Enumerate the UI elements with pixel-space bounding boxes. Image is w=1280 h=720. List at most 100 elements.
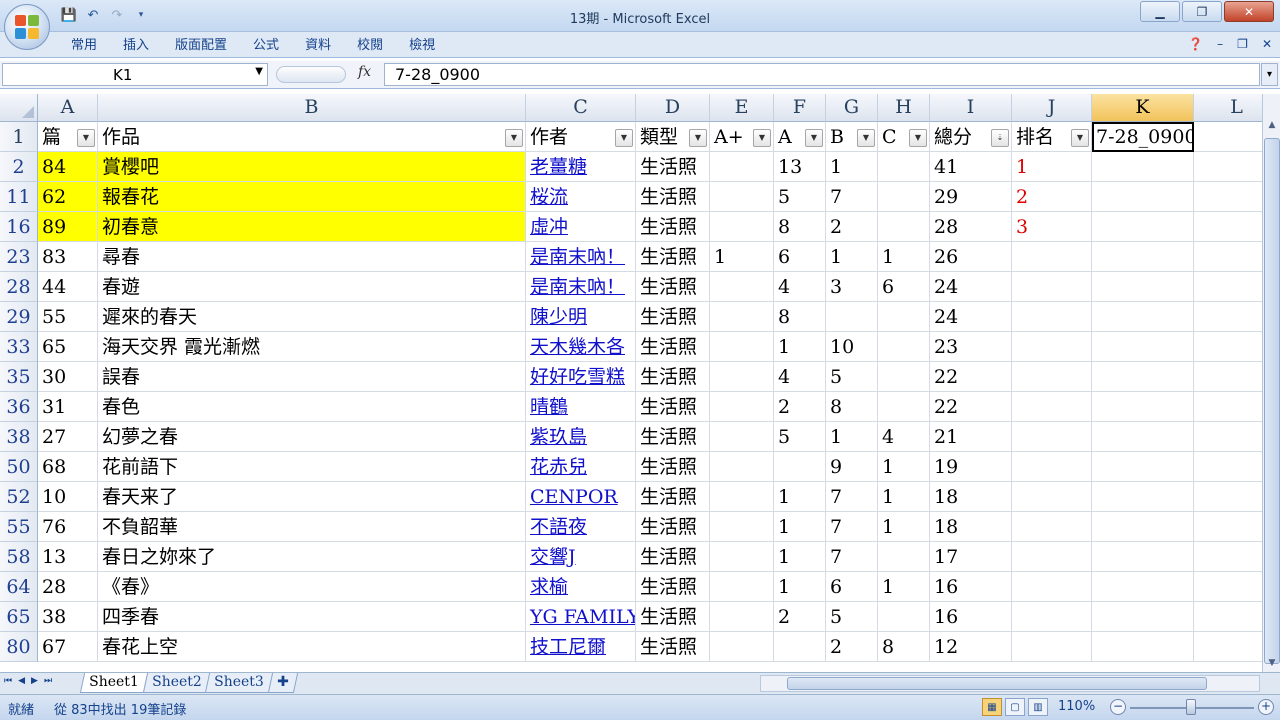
cell-k[interactable] bbox=[1092, 482, 1194, 512]
cell-k[interactable] bbox=[1092, 302, 1194, 332]
close-button[interactable]: ✕ bbox=[1224, 1, 1274, 22]
cell-c[interactable]: 花赤兒 bbox=[526, 452, 636, 482]
cell-a[interactable]: 13 bbox=[38, 542, 98, 572]
cell-d[interactable]: 生活照 bbox=[636, 422, 710, 452]
cell-k[interactable] bbox=[1092, 182, 1194, 212]
cell-a[interactable]: 89 bbox=[38, 212, 98, 242]
header-cell-g[interactable]: B ▼ bbox=[826, 122, 878, 152]
cell-k[interactable] bbox=[1092, 602, 1194, 632]
cell-e[interactable] bbox=[710, 152, 774, 182]
cell-g[interactable] bbox=[826, 302, 878, 332]
cell-b[interactable]: 春日之妳來了 bbox=[98, 542, 526, 572]
save-icon[interactable]: 💾 bbox=[60, 6, 78, 24]
cell-c[interactable]: 紫玖島 bbox=[526, 422, 636, 452]
cell-i[interactable]: 19 bbox=[930, 452, 1012, 482]
cell-l[interactable] bbox=[1194, 422, 1262, 452]
cell-a[interactable]: 76 bbox=[38, 512, 98, 542]
cell-g[interactable]: 5 bbox=[826, 602, 878, 632]
cell-j[interactable]: 1 bbox=[1012, 152, 1092, 182]
cell-a[interactable]: 67 bbox=[38, 632, 98, 662]
ribbon-close-icon[interactable]: ✕ bbox=[1262, 37, 1272, 51]
cell-e[interactable]: 1 bbox=[710, 242, 774, 272]
cell-c[interactable]: 天木幾木各 bbox=[526, 332, 636, 362]
cell-l[interactable] bbox=[1194, 602, 1262, 632]
vertical-scrollbar[interactable]: ▲ ▼ bbox=[1262, 94, 1280, 672]
cell-l[interactable] bbox=[1194, 152, 1262, 182]
column-header-f[interactable]: F bbox=[774, 94, 826, 122]
cell-l[interactable] bbox=[1194, 362, 1262, 392]
cell-l[interactable] bbox=[1194, 302, 1262, 332]
cell-d[interactable]: 生活照 bbox=[636, 272, 710, 302]
cell-b[interactable]: 春天来了 bbox=[98, 482, 526, 512]
filter-dropdown-icon[interactable]: ▼ bbox=[909, 129, 927, 147]
cell-g[interactable]: 1 bbox=[826, 422, 878, 452]
cell-j[interactable] bbox=[1012, 452, 1092, 482]
vertical-scroll-thumb[interactable] bbox=[1264, 138, 1280, 664]
tab-page-layout[interactable]: 版面配置 bbox=[162, 37, 240, 55]
row-header[interactable]: 64 bbox=[0, 572, 38, 602]
filter-dropdown-icon[interactable]: ▼ bbox=[805, 129, 823, 147]
cell-a[interactable]: 65 bbox=[38, 332, 98, 362]
cell-h[interactable] bbox=[878, 542, 930, 572]
prev-sheet-icon[interactable]: ◀ bbox=[18, 676, 25, 686]
expand-formula-bar-icon[interactable]: ▾ bbox=[1261, 63, 1278, 86]
row-header[interactable]: 36 bbox=[0, 392, 38, 422]
header-cell-k[interactable]: 7-28_0900 bbox=[1092, 122, 1194, 152]
last-sheet-icon[interactable]: ⏭ bbox=[44, 676, 52, 686]
cell-c[interactable]: 虛冲 bbox=[526, 212, 636, 242]
cell-j[interactable] bbox=[1012, 272, 1092, 302]
cell-e[interactable] bbox=[710, 572, 774, 602]
ribbon-restore-icon[interactable]: ❐ bbox=[1237, 37, 1248, 51]
header-cell-c[interactable]: 作者 ▼ bbox=[526, 122, 636, 152]
cell-e[interactable] bbox=[710, 482, 774, 512]
horizontal-scroll-thumb[interactable] bbox=[787, 677, 1207, 690]
cell-g[interactable]: 5 bbox=[826, 362, 878, 392]
cell-k[interactable] bbox=[1092, 632, 1194, 662]
cell-j[interactable] bbox=[1012, 632, 1092, 662]
row-header[interactable]: 80 bbox=[0, 632, 38, 662]
cell-g[interactable]: 1 bbox=[826, 152, 878, 182]
cell-k[interactable] bbox=[1092, 392, 1194, 422]
header-cell-e[interactable]: A+ ▼ bbox=[710, 122, 774, 152]
cell-k[interactable] bbox=[1092, 452, 1194, 482]
cell-f[interactable]: 4 bbox=[774, 272, 826, 302]
cell-l[interactable] bbox=[1194, 512, 1262, 542]
cell-f[interactable]: 13 bbox=[774, 152, 826, 182]
cell-c[interactable]: 是南末吶！ bbox=[526, 242, 636, 272]
cell-l[interactable] bbox=[1194, 242, 1262, 272]
page-break-view-icon[interactable]: ▥ bbox=[1028, 698, 1048, 716]
worksheet-grid[interactable]: ABCDEFGHIJKL 1 篇 ▼ 作品 ▼ 作者 ▼ 類型 ▼ A+ ▼ A ▼ B ▼ C ▼ 總分 ⇣ 排名 ▼… bbox=[0, 94, 1262, 672]
cell-h[interactable] bbox=[878, 152, 930, 182]
column-header-h[interactable]: H bbox=[878, 94, 930, 122]
header-cell-j[interactable]: 排名 ▼ bbox=[1012, 122, 1092, 152]
cell-e[interactable] bbox=[710, 452, 774, 482]
cell-g[interactable]: 7 bbox=[826, 482, 878, 512]
cell-j[interactable] bbox=[1012, 332, 1092, 362]
cell-a[interactable]: 27 bbox=[38, 422, 98, 452]
cell-d[interactable]: 生活照 bbox=[636, 542, 710, 572]
cell-j[interactable] bbox=[1012, 362, 1092, 392]
header-cell-l[interactable] bbox=[1194, 122, 1262, 152]
cell-b[interactable]: 初春意 bbox=[98, 212, 526, 242]
cell-j[interactable] bbox=[1012, 482, 1092, 512]
row-header[interactable]: 33 bbox=[0, 332, 38, 362]
cell-c[interactable]: 是南末吶！ bbox=[526, 272, 636, 302]
cell-a[interactable]: 38 bbox=[38, 602, 98, 632]
cell-b[interactable]: 尋春 bbox=[98, 242, 526, 272]
ribbon-minimize-icon[interactable]: – bbox=[1217, 37, 1223, 51]
row-header[interactable]: 38 bbox=[0, 422, 38, 452]
cell-b[interactable]: 花前語下 bbox=[98, 452, 526, 482]
scroll-up-icon[interactable]: ▲ bbox=[1264, 116, 1280, 133]
cell-h[interactable] bbox=[878, 302, 930, 332]
cell-b[interactable]: 春色 bbox=[98, 392, 526, 422]
row-header[interactable]: 1 bbox=[0, 122, 38, 152]
cell-l[interactable] bbox=[1194, 482, 1262, 512]
row-header[interactable]: 2 bbox=[0, 152, 38, 182]
cell-h[interactable]: 1 bbox=[878, 242, 930, 272]
cell-l[interactable] bbox=[1194, 332, 1262, 362]
cell-e[interactable] bbox=[710, 272, 774, 302]
next-sheet-icon[interactable]: ▶ bbox=[31, 676, 38, 686]
cell-c[interactable]: 晴鶴 bbox=[526, 392, 636, 422]
cell-k[interactable] bbox=[1092, 422, 1194, 452]
select-all-button[interactable] bbox=[0, 94, 38, 122]
